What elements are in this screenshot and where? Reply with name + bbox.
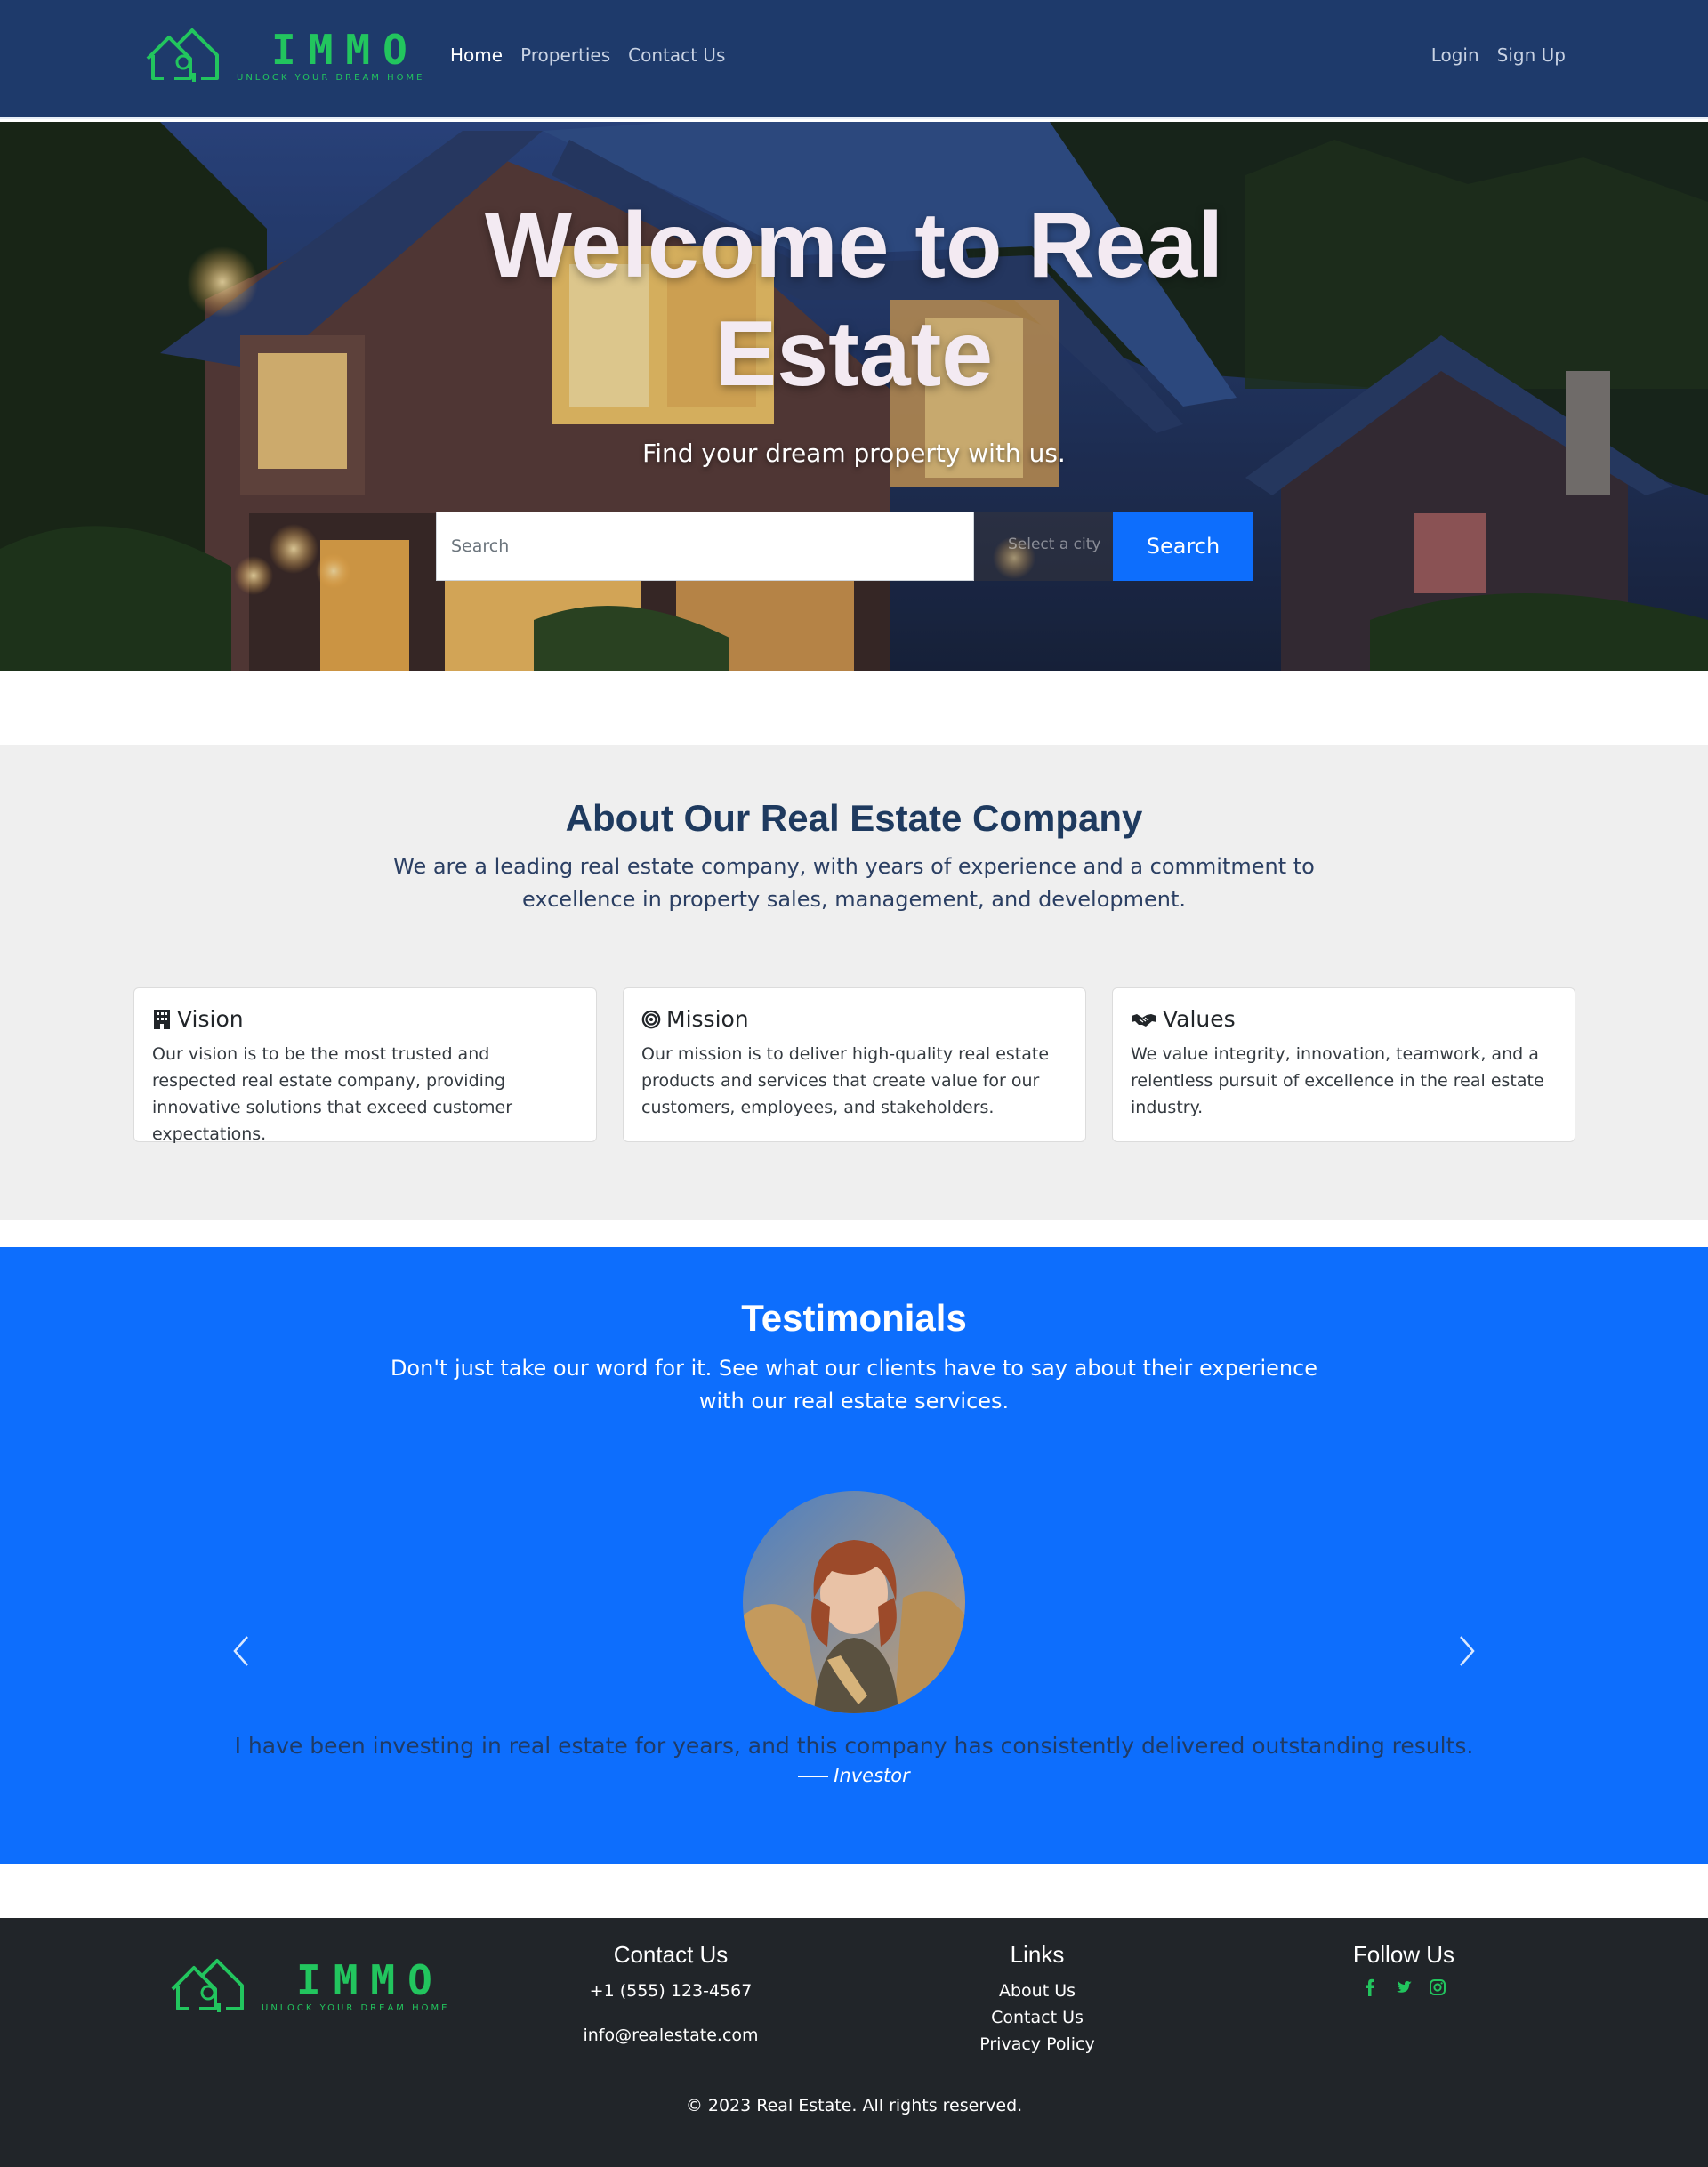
city-select[interactable]: Select a city [974, 512, 1113, 581]
testimonials-text: Don't just take our word for it. See wha… [390, 1356, 1318, 1414]
handshake-icon [1132, 1013, 1156, 1027]
footer-brand[interactable]: IMMO UNLOCK YOUR DREAM HOME [167, 1955, 447, 2018]
card-title: Values [1163, 1006, 1236, 1032]
values-card: Values We value integrity, innovation, t… [1112, 987, 1575, 1142]
nav-contact[interactable]: Contact Us [628, 44, 725, 66]
instagram-icon[interactable] [1429, 1978, 1446, 1997]
footer-links: Links About Us Contact Us Privacy Policy [904, 1941, 1171, 2058]
vision-card: Vision Our vision is to be the most trus… [133, 987, 597, 1144]
footer-follow: Follow Us [1270, 1941, 1537, 1997]
about-title: About Our Real Estate Company [565, 797, 1143, 839]
footer-brand-name: IMMO [296, 1956, 445, 2004]
author-name: Investor [834, 1765, 910, 1786]
house-logo-icon [171, 1959, 244, 2012]
brand-name: IMMO [271, 26, 420, 74]
navbar: IMMO UNLOCK YOUR DREAM HOME Home Propert… [0, 0, 1708, 119]
login-link[interactable]: Login [1431, 44, 1479, 66]
footer-email[interactable]: info@realestate.com [537, 2022, 804, 2049]
footer-phone: +1 (555) 123-4567 [589, 1981, 753, 2001]
building-icon [154, 1009, 170, 1029]
about-section: About Our Real Estate Company We are a l… [0, 745, 1708, 1220]
target-icon [641, 1010, 661, 1028]
footer-links-title: Links [1010, 1941, 1065, 1968]
house-logo-icon [146, 28, 219, 82]
carousel-prev-icon[interactable] [224, 1630, 260, 1672]
nav-home[interactable]: Home [450, 44, 503, 66]
card-text: Our vision is to be the most trusted and… [152, 1044, 513, 1144]
card-text: We value integrity, innovation, teamwork… [1131, 1044, 1544, 1117]
search-button[interactable]: Search [1113, 512, 1253, 581]
testimonial-avatar [743, 1491, 965, 1713]
card-title: Mission [666, 1006, 749, 1032]
footer-link-about[interactable]: About Us [904, 1978, 1171, 2004]
footer: IMMO UNLOCK YOUR DREAM HOME Contact Us +… [0, 1918, 1708, 2167]
author-dash [798, 1776, 829, 1777]
testimonial-author: Investor [0, 1765, 1708, 1786]
footer-link-contact[interactable]: Contact Us [904, 2004, 1171, 2031]
card-text: Our mission is to deliver high-quality r… [641, 1044, 1050, 1117]
signup-link[interactable]: Sign Up [1497, 44, 1566, 66]
testimonial-quote: I have been investing in real estate for… [234, 1733, 1474, 1759]
testimonials-section: Testimonials Don't just take our word fo… [0, 1247, 1708, 1864]
twitter-icon[interactable] [1395, 1978, 1413, 1997]
hero-title: Welcome to Real Estate [484, 194, 1224, 406]
footer-brand-tagline: UNLOCK YOUR DREAM HOME [262, 2003, 450, 2013]
nav-properties[interactable]: Properties [520, 44, 610, 66]
carousel-next-icon[interactable] [1448, 1630, 1484, 1672]
testimonials-title: Testimonials [741, 1297, 967, 1339]
card-title: Vision [177, 1006, 244, 1032]
search-input[interactable] [436, 512, 974, 581]
footer-contact-title: Contact Us [613, 1941, 729, 1968]
copyright: © 2023 Real Estate. All rights reserved. [685, 2096, 1023, 2115]
about-text: We are a leading real estate company, wi… [393, 854, 1315, 912]
hero-subtitle: Find your dream property with us. [642, 439, 1066, 468]
nav-links: Home Properties Contact Us [450, 44, 725, 66]
facebook-icon[interactable] [1361, 1978, 1379, 1997]
auth-links: Login Sign Up [1431, 44, 1566, 66]
hero-section: Welcome to Real Estate Find your dream p… [0, 122, 1708, 671]
social-links [1270, 1978, 1537, 1997]
footer-follow-title: Follow Us [1352, 1941, 1455, 1968]
footer-link-privacy[interactable]: Privacy Policy [904, 2031, 1171, 2058]
footer-contact: Contact Us +1 (555) 123-4567 info@reales… [537, 1941, 804, 2049]
brand-tagline: UNLOCK YOUR DREAM HOME [237, 73, 425, 83]
brand-logo[interactable]: IMMO UNLOCK YOUR DREAM HOME [142, 25, 422, 87]
mission-card: Mission Our mission is to deliver high-q… [623, 987, 1086, 1142]
